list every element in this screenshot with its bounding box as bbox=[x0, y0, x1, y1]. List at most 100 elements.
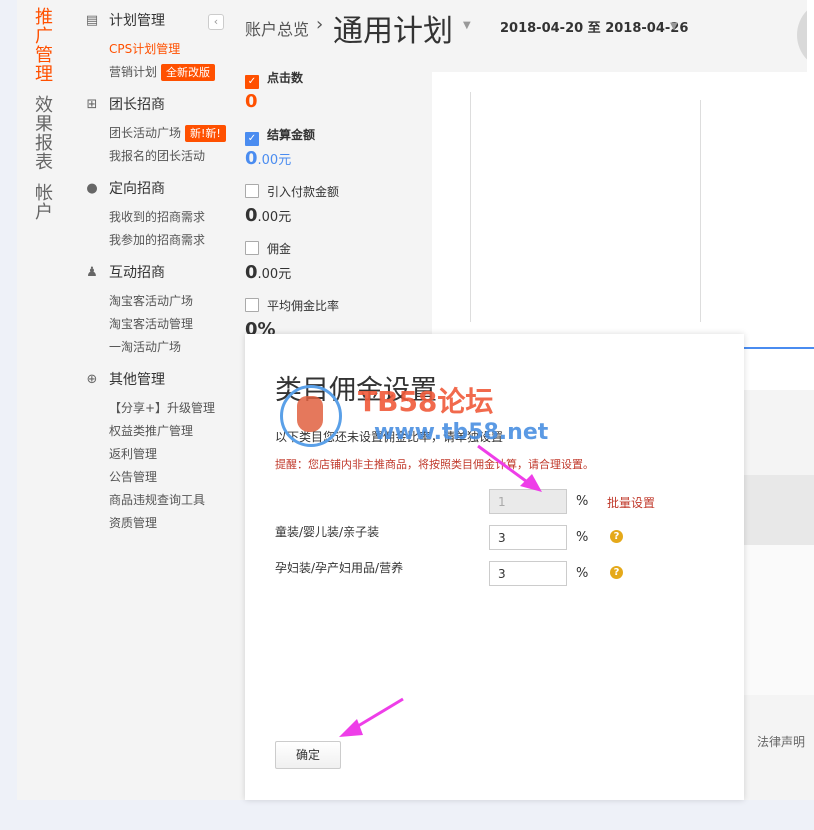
checkbox-avg-rate[interactable] bbox=[245, 298, 259, 312]
category-rate-input[interactable] bbox=[489, 525, 567, 550]
metric-value: 0.00元 bbox=[245, 206, 425, 228]
collapse-sidebar-button[interactable]: ‹ bbox=[208, 14, 224, 30]
sidebar-item-label: 营销计划 bbox=[109, 65, 158, 79]
nav-group-promotion[interactable]: 推广管理 bbox=[35, 8, 55, 84]
chart-series-line bbox=[742, 347, 814, 349]
watermark-title: TB58论坛 bbox=[358, 385, 494, 418]
metric-value-int: 0 bbox=[245, 205, 258, 226]
category-row: 孕妇装/孕产妇用品/营养 % ? bbox=[275, 561, 715, 587]
hand-logo-icon bbox=[280, 385, 342, 447]
category-row: 童装/婴儿装/亲子装 % ? bbox=[275, 525, 715, 551]
people-icon: ♟ bbox=[86, 265, 98, 280]
legal-statement-link[interactable]: 法律声明 bbox=[757, 733, 805, 750]
metric-clicks: ✓ 点击数 0 bbox=[245, 70, 425, 127]
sidebar-item-rights-promotion[interactable]: 权益类推广管理 bbox=[109, 420, 230, 443]
plus-circle-icon: ⊕ bbox=[86, 372, 98, 387]
metric-label: 点击数 bbox=[267, 71, 304, 85]
decorative-edge bbox=[807, 0, 814, 72]
metric-commission: 佣金 0.00元 bbox=[245, 241, 425, 298]
sidebar-item-share-upgrade[interactable]: 【分享+】升级管理 bbox=[109, 397, 230, 420]
checkbox-payment[interactable] bbox=[245, 184, 259, 198]
background-table-header bbox=[744, 475, 814, 545]
metric-value-decimal: .00 bbox=[257, 210, 279, 225]
help-icon[interactable]: ? bbox=[610, 530, 623, 543]
annotation-arrow-batch bbox=[477, 444, 542, 492]
nav-group-reports[interactable]: 效果报表 bbox=[35, 96, 55, 172]
metrics-panel: ✓ 点击数 0 ✓ 结算金额 0.00元 引入付款金额 0.00元 佣金 0.00元… bbox=[245, 70, 425, 355]
breadcrumb-separator-icon: › bbox=[316, 14, 324, 35]
checkbox-clicks[interactable]: ✓ bbox=[245, 75, 259, 89]
percent-sign: % bbox=[576, 530, 589, 545]
metric-value-int: 0 bbox=[245, 148, 258, 169]
metric-unit: 元 bbox=[278, 267, 292, 282]
help-icon[interactable]: ? bbox=[610, 566, 623, 579]
metric-value: 0 bbox=[245, 91, 258, 112]
sidebar-item-cps-plan[interactable]: CPS计划管理 bbox=[109, 38, 230, 61]
plan-dropdown-caret-icon[interactable]: ▼ bbox=[463, 20, 471, 31]
sidebar-item-rebate[interactable]: 返利管理 bbox=[109, 443, 230, 466]
metric-value-decimal: .00 bbox=[257, 267, 279, 282]
metric-value-int: 0 bbox=[245, 262, 258, 283]
sidebar-item-joined-requests[interactable]: 我参加的招商需求 bbox=[109, 229, 230, 252]
sidebar-item-taoke-manage[interactable]: 淘宝客活动管理 bbox=[109, 313, 230, 336]
checkbox-commission[interactable] bbox=[245, 241, 259, 255]
plan-name-title: 通用计划 bbox=[333, 14, 453, 49]
sidebar-item-received-requests[interactable]: 我收到的招商需求 bbox=[109, 206, 230, 229]
location-pin-icon: ● bbox=[86, 181, 98, 196]
sidebar-item-taoke-square[interactable]: 淘宝客活动广场 bbox=[109, 290, 230, 313]
metric-label: 结算金额 bbox=[267, 128, 316, 142]
sidebar-item-leader-square[interactable]: 团长活动广场 新!新! bbox=[109, 122, 230, 145]
metric-value: 0.00元 bbox=[245, 149, 425, 171]
new-version-badge: 全新改版 bbox=[161, 64, 216, 81]
sidebar-item-marketing-plan[interactable]: 营销计划 全新改版 bbox=[109, 61, 230, 84]
metric-unit: 元 bbox=[278, 210, 292, 225]
category-label: 童装/婴儿装/亲子装 bbox=[275, 525, 380, 539]
confirm-button[interactable]: 确定 bbox=[275, 741, 341, 769]
section-title-label: 计划管理 bbox=[109, 13, 165, 29]
sidebar-item-my-leader-activities[interactable]: 我报名的团长活动 bbox=[109, 145, 230, 168]
metric-label: 平均佣金比率 bbox=[267, 299, 340, 313]
metric-payment: 引入付款金额 0.00元 bbox=[245, 184, 425, 241]
sidebar-item-violation-tool[interactable]: 商品违规查询工具 bbox=[109, 489, 230, 512]
section-title-label: 其他管理 bbox=[109, 372, 165, 388]
clipboard-icon: ▤ bbox=[85, 13, 99, 28]
sidebar-item-announcement[interactable]: 公告管理 bbox=[109, 466, 230, 489]
metric-label: 佣金 bbox=[267, 242, 292, 256]
metric-value: 0.00元 bbox=[245, 263, 425, 285]
sidebar-section-leader: ⊞ 团长招商 团长活动广场 新!新! 我报名的团长活动 bbox=[80, 94, 230, 168]
percent-sign: % bbox=[576, 566, 589, 581]
chart-axis-right bbox=[700, 100, 701, 322]
category-label: 孕妇装/孕产妇用品/营养 bbox=[275, 561, 404, 575]
sidebar-item-yitao-square[interactable]: 一淘活动广场 bbox=[109, 336, 230, 359]
new-badge: 新!新! bbox=[185, 125, 226, 142]
sidebar-section-title[interactable]: ⊞ 团长招商 bbox=[87, 94, 230, 116]
chart-axis-left bbox=[470, 92, 471, 322]
sidebar-section-other: ⊕ 其他管理 【分享+】升级管理 权益类推广管理 返利管理 公告管理 商品违规查… bbox=[80, 369, 230, 535]
sidebar-section-targeted: ● 定向招商 我收到的招商需求 我参加的招商需求 bbox=[80, 178, 230, 252]
breadcrumb-root[interactable]: 账户总览 bbox=[245, 16, 309, 40]
metric-unit: 元 bbox=[278, 153, 292, 168]
sidebar-section-title[interactable]: ⊕ 其他管理 bbox=[87, 369, 230, 391]
background-table-body bbox=[744, 545, 814, 695]
sidebar-section-title[interactable]: ● 定向招商 bbox=[86, 178, 230, 200]
metric-label: 引入付款金额 bbox=[267, 185, 340, 199]
checkbox-settlement[interactable]: ✓ bbox=[245, 132, 259, 146]
vertical-nav: 推广管理 效果报表 帐户 bbox=[17, 8, 73, 234]
metric-settlement: ✓ 结算金额 0.00元 bbox=[245, 127, 425, 184]
section-title-label: 定向招商 bbox=[109, 181, 165, 197]
grid-icon: ⊞ bbox=[86, 97, 98, 112]
annotation-arrow-confirm bbox=[339, 697, 404, 737]
sidebar-section-interactive: ♟ 互动招商 淘宝客活动广场 淘宝客活动管理 一淘活动广场 bbox=[80, 262, 230, 359]
metric-value-decimal: .00 bbox=[257, 153, 279, 168]
batch-setting-link[interactable]: 批量设置 bbox=[607, 494, 655, 511]
header: 账户总览 › 通用计划 ▼ 2018-04-20 至 2018-04-26 ▼ bbox=[245, 0, 814, 55]
category-rate-input[interactable] bbox=[489, 561, 567, 586]
percent-sign: % bbox=[576, 494, 589, 509]
date-range-picker[interactable]: 2018-04-20 至 2018-04-26 bbox=[500, 17, 688, 36]
sidebar-item-label: 团长活动广场 bbox=[109, 126, 182, 140]
nav-group-account[interactable]: 帐户 bbox=[35, 184, 55, 222]
date-dropdown-caret-icon[interactable]: ▼ bbox=[670, 21, 678, 32]
sidebar-item-qualification[interactable]: 资质管理 bbox=[109, 512, 230, 535]
sidebar-section-title[interactable]: ♟ 互动招商 bbox=[86, 262, 230, 284]
sidebar: ▤ 计划管理 CPS计划管理 营销计划 全新改版 ⊞ 团长招商 团长活动广场 新!新… bbox=[80, 0, 230, 535]
